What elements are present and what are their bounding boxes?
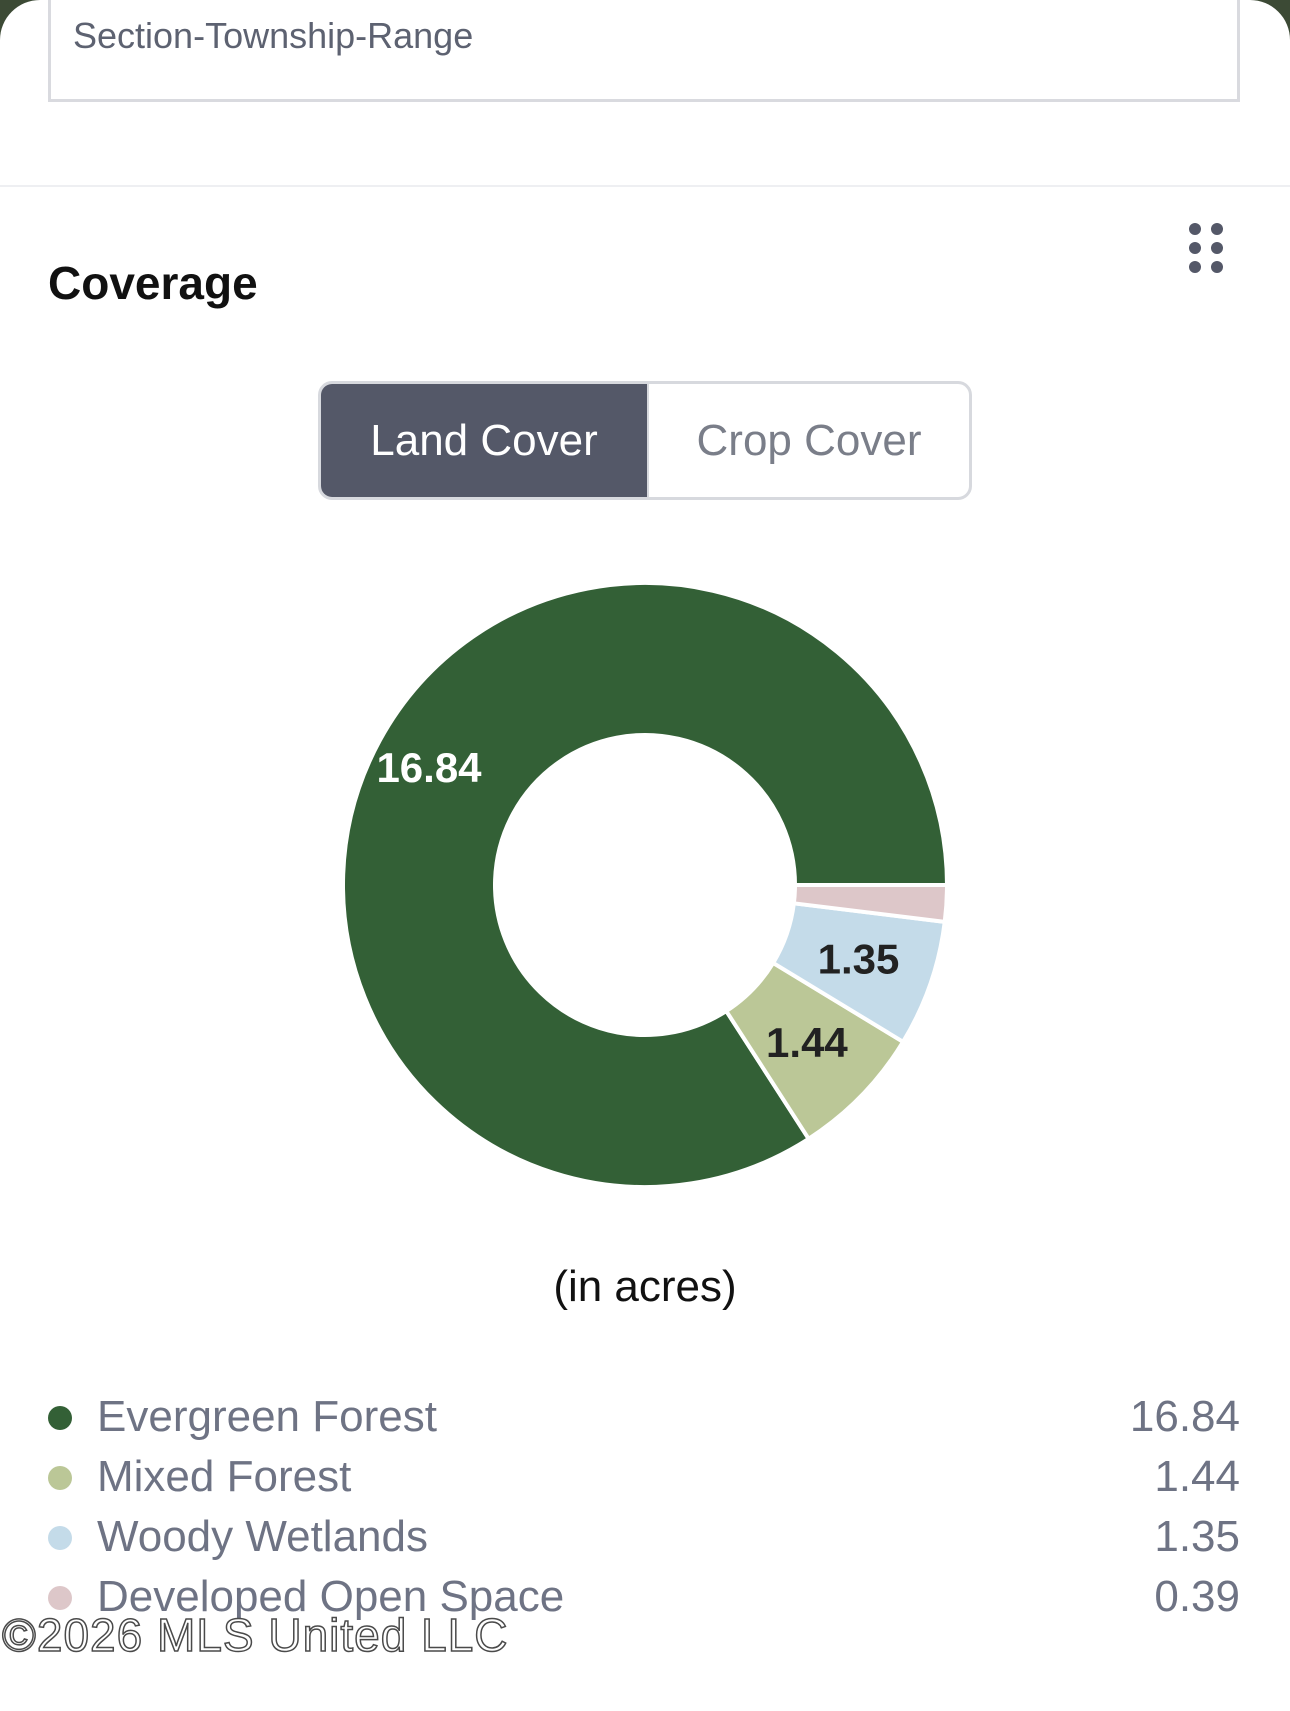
- coverage-toggle: Land Cover Crop Cover: [318, 381, 972, 500]
- legend-item-mixed-forest: Mixed Forest 1.44: [48, 1448, 1240, 1508]
- legend-dot: [48, 1466, 72, 1490]
- legend-label: Woody Wetlands: [97, 1512, 428, 1561]
- legend-label: Evergreen Forest: [97, 1392, 437, 1441]
- section-township-range-placeholder: Section-Township-Range: [73, 15, 474, 56]
- drag-handle-icon[interactable]: [1188, 222, 1224, 274]
- legend-value: 1.44: [1154, 1452, 1240, 1501]
- legend-dot: [48, 1406, 72, 1430]
- tab-land-cover[interactable]: Land Cover: [321, 384, 647, 497]
- land-cover-donut-chart: 16.84 1.44 1.35: [341, 581, 950, 1189]
- legend-dot: [48, 1526, 72, 1550]
- legend-value: 1.35: [1154, 1512, 1240, 1561]
- legend-value: 16.84: [1129, 1392, 1240, 1441]
- data-label: 1.35: [818, 936, 900, 983]
- data-label: 16.84: [376, 744, 482, 791]
- section-township-range-field[interactable]: Section-Township-Range: [48, 0, 1240, 102]
- legend-item-woody-wetlands: Woody Wetlands 1.35: [48, 1508, 1240, 1568]
- legend-dot: [48, 1586, 72, 1610]
- data-label: 1.44: [766, 1019, 848, 1066]
- coverage-title: Coverage: [48, 257, 258, 309]
- legend-value: 0.39: [1154, 1572, 1240, 1621]
- tab-crop-cover[interactable]: Crop Cover: [647, 384, 969, 497]
- chart-units-label: (in acres): [553, 1262, 737, 1311]
- legend-item-evergreen-forest: Evergreen Forest 16.84: [48, 1388, 1240, 1448]
- copyright-watermark: ©2026 MLS United LLC: [1, 1608, 509, 1662]
- legend-label: Mixed Forest: [97, 1452, 352, 1501]
- property-card: Section-Township-Range Coverage Land Cov…: [0, 0, 1290, 1711]
- section-divider: [0, 185, 1290, 187]
- chart-legend: Evergreen Forest 16.84 Mixed Forest 1.44…: [48, 1388, 1240, 1628]
